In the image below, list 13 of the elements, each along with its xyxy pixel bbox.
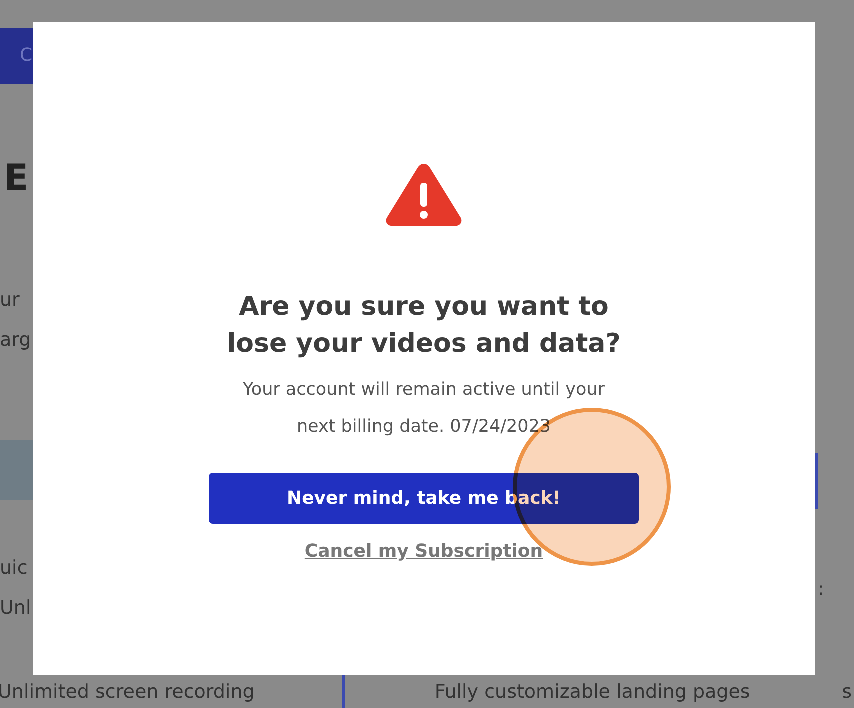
feature-text: Unlimited screen recording (0, 680, 255, 702)
dialog-title: Are you sure you want to lose your videos and data? (226, 291, 622, 361)
page-heading: E (4, 158, 29, 199)
warning-icon (384, 161, 464, 227)
page-text: uic (0, 557, 28, 579)
page-text: ur (0, 289, 20, 311)
page-text: s (842, 680, 852, 702)
page-text: arg (0, 329, 32, 351)
feature-text: Fully customizable landing pages (434, 680, 750, 702)
page-band (0, 440, 33, 500)
page-text: Unli (0, 597, 33, 619)
cancel-subscription-link[interactable]: Cancel my Subscription (304, 541, 544, 562)
page-text: : (818, 579, 824, 600)
